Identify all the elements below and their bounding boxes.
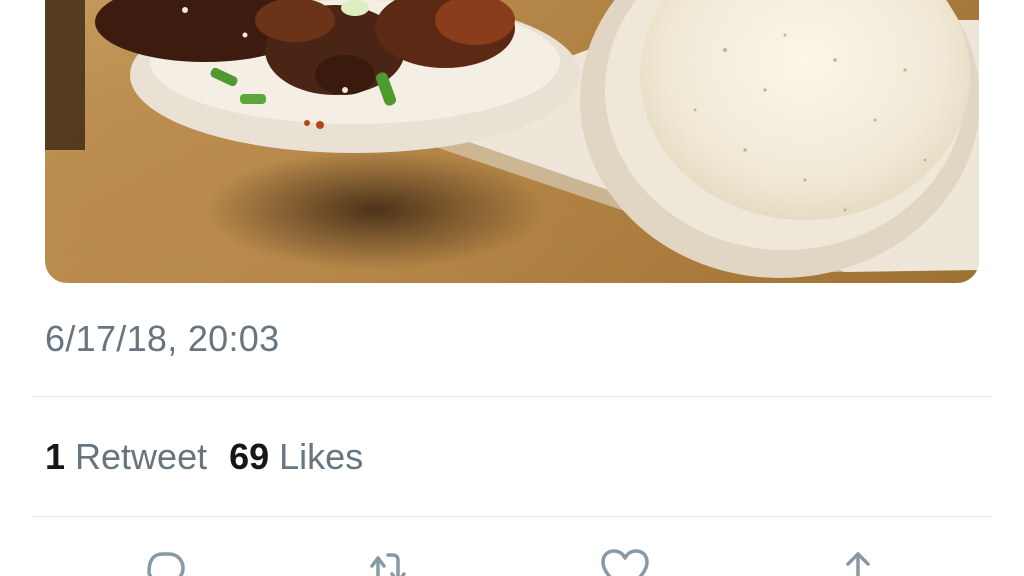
photo-illustration xyxy=(45,0,979,278)
divider xyxy=(33,396,991,397)
tweet-action-bar xyxy=(0,540,1024,576)
like-button[interactable] xyxy=(595,540,655,576)
reply-button[interactable] xyxy=(131,540,191,576)
retweet-count-link[interactable]: 1 Retweet xyxy=(45,436,207,478)
retweet-icon xyxy=(370,553,406,576)
divider xyxy=(33,516,991,517)
retweet-count: 1 xyxy=(45,436,66,477)
tweet-photo[interactable] xyxy=(45,0,979,283)
retweet-button[interactable] xyxy=(358,540,418,576)
retweet-count-label: Retweet xyxy=(75,436,208,477)
share-icon xyxy=(846,552,870,576)
like-count-label: Likes xyxy=(279,436,364,477)
share-button[interactable] xyxy=(828,540,888,576)
like-count: 69 xyxy=(229,436,270,477)
tweet-detail-view: 6/17/18, 20:03 1 Retweet 69 Likes xyxy=(0,0,1024,576)
tweet-stats: 1 Retweet 69 Likes xyxy=(45,436,385,478)
tweet-timestamp: 6/17/18, 20:03 xyxy=(45,318,280,359)
like-count-link[interactable]: 69 Likes xyxy=(229,436,363,478)
reply-icon xyxy=(147,552,185,576)
like-icon xyxy=(601,549,649,576)
